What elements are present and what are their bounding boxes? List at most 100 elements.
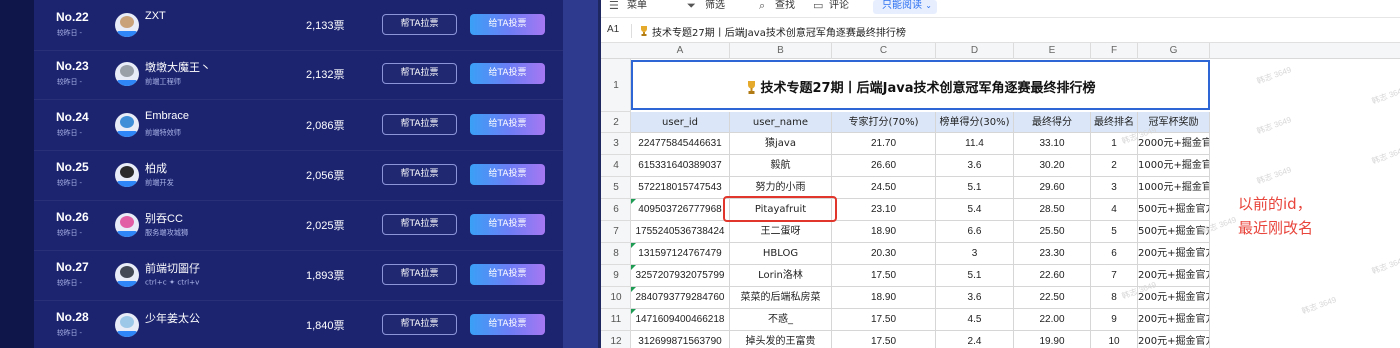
menu-button[interactable]: 菜单 <box>627 0 647 16</box>
table-cell[interactable]: 毅航 <box>730 155 832 177</box>
table-cell[interactable]: 20.30 <box>832 243 936 265</box>
user-name[interactable]: 柏成 <box>145 160 167 176</box>
avatar[interactable] <box>115 113 139 137</box>
user-name[interactable]: 别吞CC <box>145 210 183 226</box>
table-cell[interactable]: 200元+掘金官方证书 <box>1138 243 1210 265</box>
table-cell[interactable]: 11.4 <box>936 133 1014 155</box>
header-cell[interactable]: 榜单得分(30%) <box>936 112 1014 133</box>
table-cell[interactable]: 6.6 <box>936 221 1014 243</box>
row-header[interactable]: 8 <box>601 243 631 265</box>
user-name[interactable]: 墩墩大魔王丶 <box>145 59 211 75</box>
table-cell[interactable]: 33.10 <box>1014 133 1091 155</box>
table-cell[interactable]: 6 <box>1091 243 1138 265</box>
table-cell[interactable]: 18.90 <box>832 287 936 309</box>
avatar[interactable] <box>115 313 139 337</box>
column-header[interactable]: D <box>936 43 1014 59</box>
table-cell[interactable]: 500元+掘金官方证书 <box>1138 221 1210 243</box>
row-header[interactable]: 3 <box>601 133 631 155</box>
pull-votes-button[interactable]: 帮TA拉票 <box>382 264 457 285</box>
table-cell[interactable]: 30.20 <box>1014 155 1091 177</box>
row-header[interactable]: 12 <box>601 331 631 348</box>
table-cell[interactable]: 572218015747543 <box>631 177 730 199</box>
pull-votes-button[interactable]: 帮TA拉票 <box>382 63 457 84</box>
header-cell[interactable]: 专家打分(70%) <box>832 112 936 133</box>
table-cell[interactable]: 5.4 <box>936 199 1014 221</box>
table-cell[interactable]: 19.90 <box>1014 331 1091 348</box>
find-button[interactable]: 查找 <box>775 0 795 16</box>
table-cell[interactable]: 2.4 <box>936 331 1014 348</box>
user-name[interactable]: 少年姜太公 <box>145 310 200 326</box>
user-name[interactable]: 前端切圖仔 <box>145 260 200 276</box>
table-cell[interactable]: 2 <box>1091 155 1138 177</box>
table-cell[interactable]: 131597124767479 <box>631 243 730 265</box>
comment-icon[interactable]: ▭ <box>813 0 823 12</box>
user-name[interactable]: Embrace <box>145 110 189 122</box>
table-cell[interactable]: 25.50 <box>1014 221 1091 243</box>
table-cell[interactable]: 3 <box>1091 177 1138 199</box>
table-cell[interactable]: 5.1 <box>936 265 1014 287</box>
filter-button[interactable]: 筛选 <box>705 0 725 16</box>
avatar[interactable] <box>115 62 139 86</box>
column-header[interactable]: E <box>1014 43 1091 59</box>
formula-content[interactable]: 技术专题27期丨后端Java技术创意冠军角逐赛最终排行榜 <box>639 24 906 39</box>
vote-button[interactable]: 给TA投票 <box>470 14 545 35</box>
search-icon[interactable]: ⌕ <box>759 0 765 12</box>
table-cell[interactable]: 10 <box>1091 331 1138 348</box>
table-cell[interactable]: 224775845446631 <box>631 133 730 155</box>
table-cell[interactable]: 4.5 <box>936 309 1014 331</box>
table-cell[interactable]: 5.1 <box>936 177 1014 199</box>
row-header[interactable]: 7 <box>601 221 631 243</box>
column-header[interactable]: A <box>631 43 730 59</box>
table-cell[interactable]: 猿java <box>730 133 832 155</box>
table-cell[interactable]: 22.60 <box>1014 265 1091 287</box>
table-cell[interactable]: 22.50 <box>1014 287 1091 309</box>
vote-button[interactable]: 给TA投票 <box>470 214 545 235</box>
table-cell[interactable]: 7 <box>1091 265 1138 287</box>
table-cell[interactable]: 17.50 <box>832 331 936 348</box>
table-cell[interactable]: HBLOG <box>730 243 832 265</box>
table-cell[interactable]: 5 <box>1091 221 1138 243</box>
row-header[interactable]: 10 <box>601 287 631 309</box>
header-cell[interactable]: 最终排名 <box>1091 112 1138 133</box>
row-header[interactable]: 4 <box>601 155 631 177</box>
sheet-title-cell[interactable]: 技术专题27期丨后端Java技术创意冠军角逐赛最终排行榜 <box>631 60 1210 110</box>
table-cell[interactable]: 9 <box>1091 309 1138 331</box>
table-cell[interactable]: 1000元+掘金官方证书 <box>1138 155 1210 177</box>
avatar[interactable] <box>115 263 139 287</box>
table-cell[interactable]: 28.50 <box>1014 199 1091 221</box>
read-only-mode-dropdown[interactable]: 只能阅读 ⌄ <box>873 0 937 14</box>
table-cell[interactable]: 1755240536738424 <box>631 221 730 243</box>
menu-icon[interactable]: ☰ <box>609 0 619 12</box>
vote-button[interactable]: 给TA投票 <box>470 164 545 185</box>
vote-button[interactable]: 给TA投票 <box>470 63 545 84</box>
table-cell[interactable]: 21.70 <box>832 133 936 155</box>
header-cell[interactable]: 最终得分 <box>1014 112 1091 133</box>
avatar[interactable] <box>115 213 139 237</box>
user-name[interactable]: ZXT <box>145 10 166 22</box>
column-header[interactable]: C <box>832 43 936 59</box>
table-cell[interactable]: 菜菜的后端私房菜 <box>730 287 832 309</box>
table-cell[interactable]: 23.30 <box>1014 243 1091 265</box>
column-header[interactable]: G <box>1138 43 1210 59</box>
row-header[interactable]: 9 <box>601 265 631 287</box>
table-cell[interactable]: 3.6 <box>936 155 1014 177</box>
table-cell[interactable]: 200元+掘金官方证书 <box>1138 309 1210 331</box>
pull-votes-button[interactable]: 帮TA拉票 <box>382 214 457 235</box>
table-cell[interactable]: 500元+掘金官方证书 <box>1138 199 1210 221</box>
vote-button[interactable]: 给TA投票 <box>470 114 545 135</box>
vote-button[interactable]: 给TA投票 <box>470 314 545 335</box>
table-cell[interactable]: 1000元+掘金官方证书 <box>1138 177 1210 199</box>
cell-reference[interactable]: A1 <box>607 24 619 35</box>
pull-votes-button[interactable]: 帮TA拉票 <box>382 14 457 35</box>
table-cell[interactable]: 312699871563790 <box>631 331 730 348</box>
avatar[interactable] <box>115 163 139 187</box>
table-cell[interactable]: 2840793779284760 <box>631 287 730 309</box>
avatar[interactable] <box>115 13 139 37</box>
pull-votes-button[interactable]: 帮TA拉票 <box>382 314 457 335</box>
pull-votes-button[interactable]: 帮TA拉票 <box>382 114 457 135</box>
row-header[interactable]: 6 <box>601 199 631 221</box>
table-cell[interactable]: 不惑_ <box>730 309 832 331</box>
vote-button[interactable]: 给TA投票 <box>470 264 545 285</box>
row-header[interactable]: 2 <box>601 112 631 133</box>
table-cell[interactable]: 23.10 <box>832 199 936 221</box>
